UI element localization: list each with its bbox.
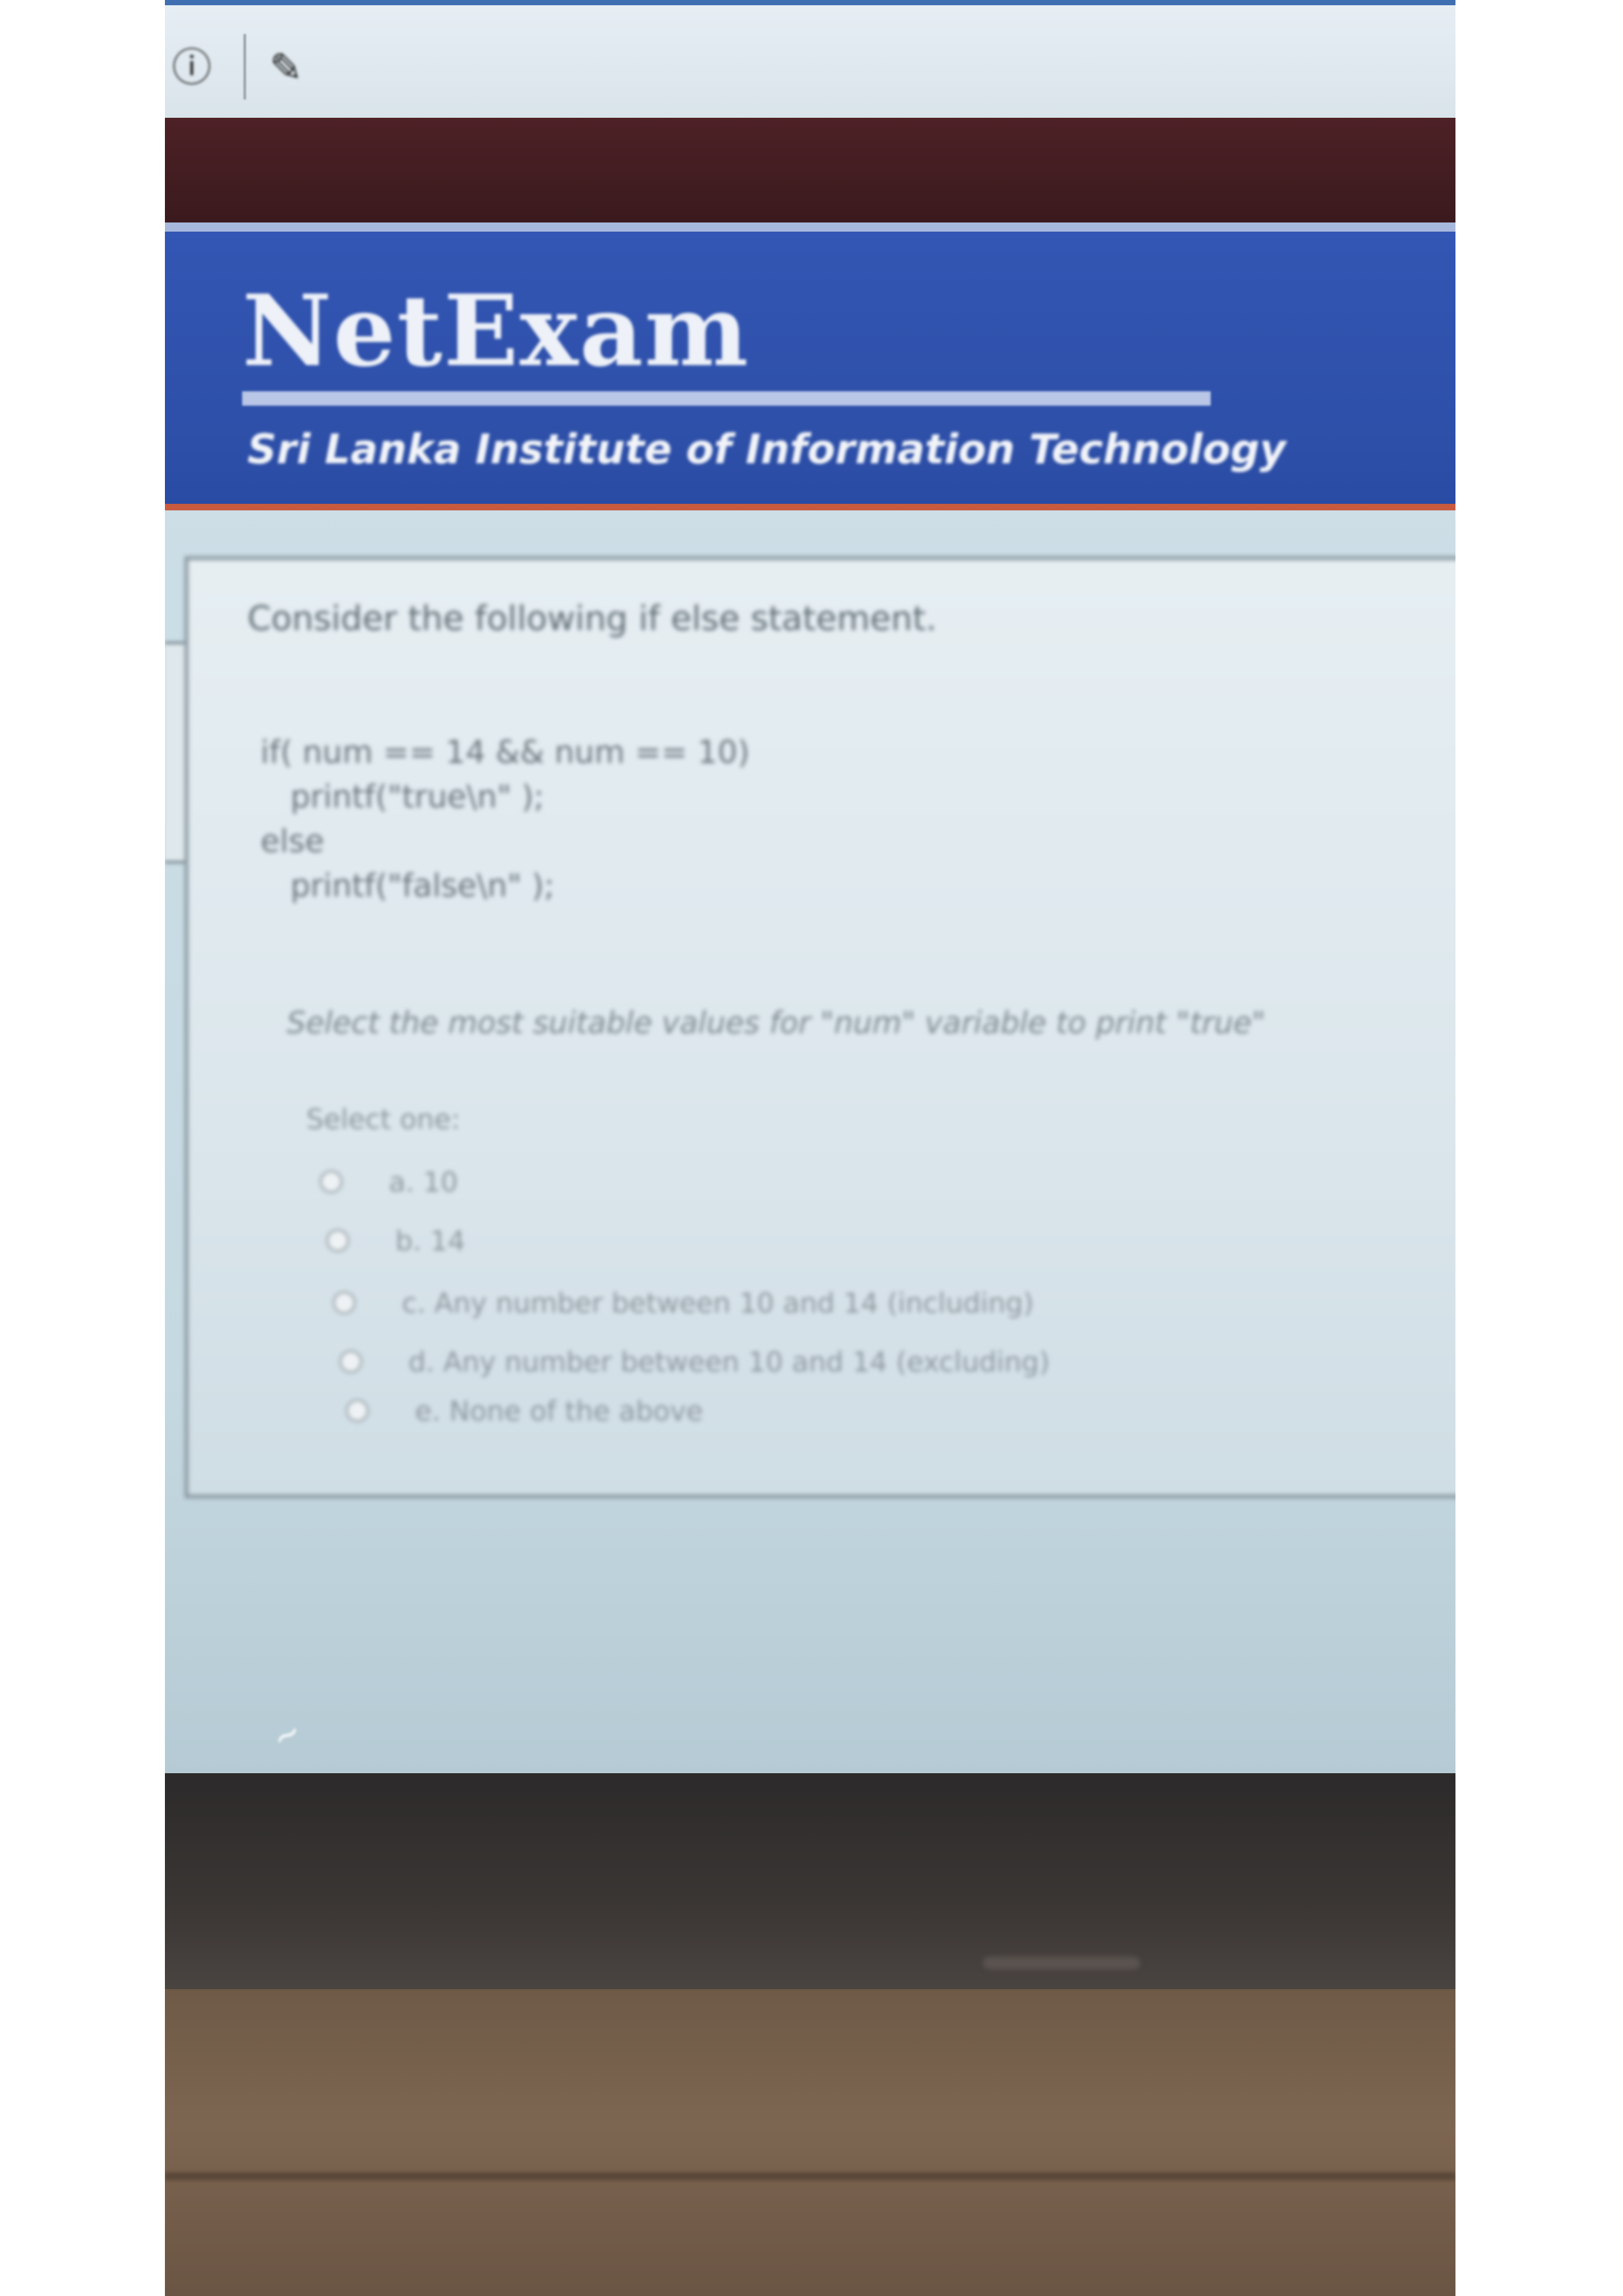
- header-rule: [242, 391, 1211, 406]
- select-one-label: Select one:: [306, 1103, 461, 1135]
- code-line: printf("false\n" );: [260, 868, 555, 904]
- netexam-header-banner: NetExam Sri Lanka Institute of Informati…: [165, 222, 1455, 510]
- monitor-logo: [983, 1956, 1140, 1969]
- radio-button[interactable]: [319, 1170, 343, 1193]
- code-line: else: [260, 823, 325, 860]
- code-snippet: if( num == 14 && num == 10) printf("true…: [260, 730, 750, 908]
- site-subtitle: Sri Lanka Institute of Information Techn…: [247, 425, 1287, 473]
- option-label: b. 14: [395, 1224, 465, 1257]
- mouse-cursor-icon: ~: [265, 1711, 308, 1758]
- info-icon[interactable]: ⓘ: [169, 43, 215, 93]
- code-line: if( num == 14 && num == 10): [260, 734, 750, 771]
- edit-icon[interactable]: ✎: [263, 43, 309, 93]
- monitor-bezel: [165, 1773, 1455, 1989]
- desk-surface: [165, 1989, 1455, 2296]
- browser-toolbar: ⓘ ✎: [165, 0, 1455, 118]
- answer-option-b[interactable]: b. 14: [326, 1221, 465, 1260]
- option-label: d. Any number between 10 and 14 (excludi…: [408, 1345, 1050, 1378]
- site-title: NetExam: [242, 274, 750, 389]
- question-prompt: Select the most suitable values for "num…: [287, 1005, 1266, 1040]
- toolbar-divider: [243, 34, 246, 99]
- option-label: c. Any number between 10 and 14 (includi…: [402, 1286, 1034, 1319]
- answer-option-a[interactable]: a. 10: [319, 1162, 458, 1201]
- browser-chrome-band: [165, 118, 1455, 222]
- radio-button[interactable]: [326, 1229, 349, 1252]
- answer-option-e[interactable]: e. None of the above: [346, 1391, 703, 1430]
- radio-button[interactable]: [346, 1399, 369, 1422]
- question-intro: Consider the following if else statement…: [247, 599, 937, 639]
- radio-button[interactable]: [332, 1291, 356, 1315]
- option-label: a. 10: [389, 1165, 458, 1198]
- desk-edge: [165, 2172, 1455, 2180]
- answer-option-c[interactable]: c. Any number between 10 and 14 (includi…: [332, 1283, 1034, 1322]
- option-label: e. None of the above: [415, 1394, 704, 1427]
- code-line: printf("true\n" );: [260, 779, 544, 815]
- photographed-screen: ⓘ ✎ NetExam Sri Lanka Institute of Infor…: [165, 0, 1455, 2296]
- question-panel: Consider the following if else statement…: [185, 556, 1455, 1498]
- radio-button[interactable]: [339, 1350, 363, 1373]
- answer-option-d[interactable]: d. Any number between 10 and 14 (excludi…: [339, 1342, 1050, 1381]
